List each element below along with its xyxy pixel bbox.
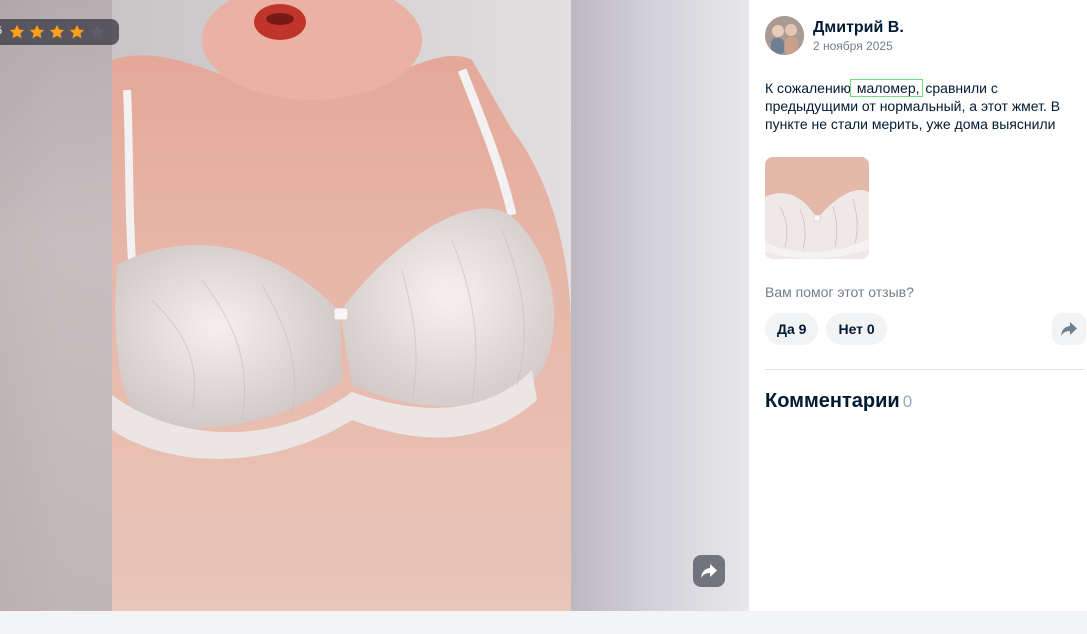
author-name[interactable]: Дмитрий В. <box>813 18 904 38</box>
blurred-background-right <box>571 0 749 611</box>
vote-no-button[interactable]: Нет 0 <box>826 313 887 345</box>
star-icon <box>69 24 85 39</box>
vote-no-count: 0 <box>866 321 875 337</box>
review-share-button[interactable] <box>1052 313 1086 345</box>
avatar[interactable] <box>765 16 804 55</box>
share-arrow-icon <box>701 564 717 578</box>
media-share-button[interactable] <box>693 555 725 587</box>
star-icon <box>9 24 25 39</box>
review-date: 2 ноября 2025 <box>813 39 893 53</box>
vote-buttons: Да 9 Нет 0 <box>765 313 887 345</box>
highlighted-text: маломер, <box>850 79 923 97</box>
blurred-background-left <box>0 0 112 611</box>
review-panel: Дмитрий В. 2 ноября 2025 К сожалению мал… <box>749 0 1087 611</box>
vote-yes-label: Да <box>777 321 795 337</box>
divider <box>765 369 1085 370</box>
comments-title: Комментарии <box>765 390 900 412</box>
media-stage: 5 <box>0 0 749 611</box>
review-media-viewer: 5 Дмитрий В. <box>0 0 1087 611</box>
rating-value: 5 <box>0 25 2 37</box>
review-text: К сожалению маломер, сравнили с предыдущ… <box>765 79 1073 133</box>
share-arrow-icon <box>1061 322 1077 336</box>
star-empty-icon <box>89 24 105 39</box>
review-photo <box>112 0 571 611</box>
vote-yes-button[interactable]: Да 9 <box>765 313 819 345</box>
rating-chip: 5 <box>0 19 119 45</box>
review-text-start: К сожалению <box>765 80 851 96</box>
star-icon <box>29 24 45 39</box>
star-icon <box>49 24 65 39</box>
comments-count: 0 <box>902 392 913 411</box>
comments-heading: Комментарии 0 <box>765 390 912 413</box>
review-photo-thumbnail[interactable] <box>765 157 869 259</box>
helpful-question: Вам помог этот отзыв? <box>765 284 914 300</box>
vote-yes-count: 9 <box>798 321 807 337</box>
review-author: Дмитрий В. 2 ноября 2025 <box>765 16 904 55</box>
vote-no-label: Нет <box>838 321 864 337</box>
